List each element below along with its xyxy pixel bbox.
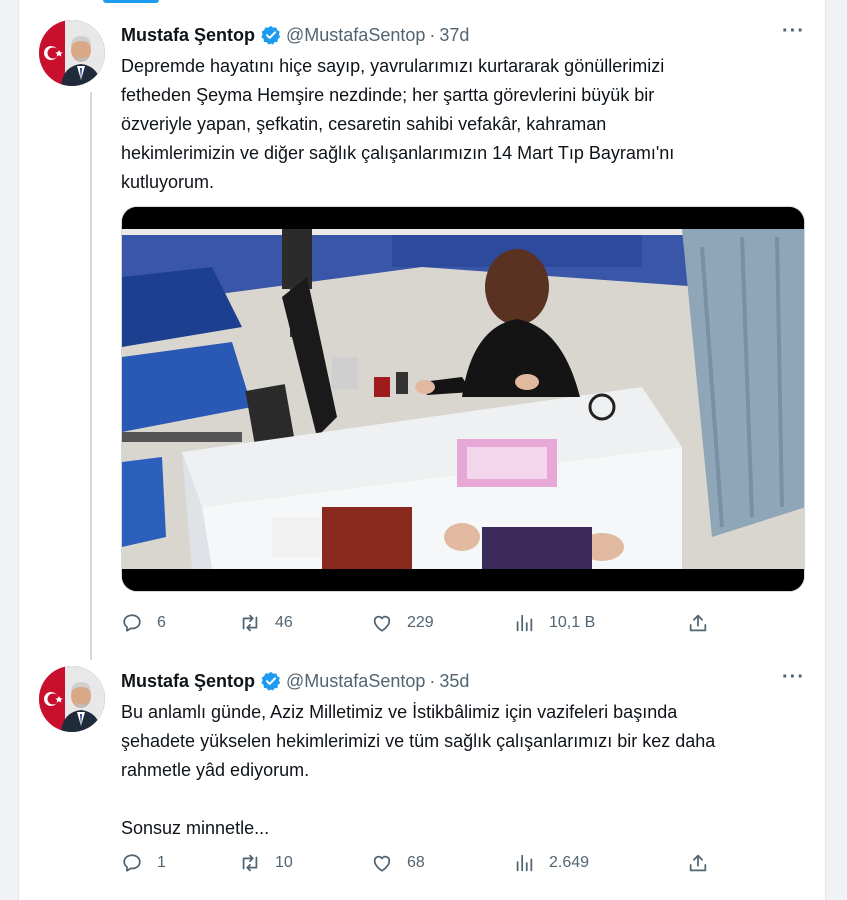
author-name[interactable]: Mustafa Şentop — [121, 25, 255, 46]
thread-connector-line — [90, 92, 92, 660]
avatar[interactable] — [39, 666, 105, 732]
tweet-actions: 6 46 229 10,1 B — [121, 608, 761, 638]
tweet-header: Mustafa Şentop @MustafaSentop · 37d — [121, 22, 469, 48]
heart-icon — [373, 855, 391, 872]
views-count: 10,1 B — [549, 614, 596, 631]
views-icon — [516, 614, 533, 632]
retweet-icon — [242, 854, 258, 872]
tweet-header: Mustafa Şentop @MustafaSentop · 35d — [121, 668, 469, 694]
retweet-button[interactable]: 46 — [239, 608, 293, 638]
retweet-count: 46 — [275, 614, 293, 631]
share-button[interactable] — [687, 608, 723, 638]
retweet-button[interactable]: 10 — [239, 848, 293, 878]
retweet-icon — [242, 614, 258, 632]
author-handle[interactable]: @MustafaSentop — [286, 25, 425, 46]
more-options-button[interactable]: ··· — [782, 20, 805, 43]
timeline-card: Mustafa Şentop @MustafaSentop · 37d ··· … — [18, 0, 826, 900]
avatar-image — [39, 20, 105, 86]
tweet-actions: 1 10 68 2.649 — [121, 848, 761, 878]
reply-count: 6 — [157, 614, 166, 631]
reply-button[interactable]: 6 — [121, 608, 166, 638]
tab-indicator — [103, 0, 159, 3]
share-icon — [689, 854, 707, 872]
separator-dot: · — [429, 24, 436, 45]
tweet-text: Bu anlamlı günde, Aziz Milletimiz ve İst… — [121, 702, 716, 838]
reply-button[interactable]: 1 — [121, 848, 166, 878]
views-icon — [516, 854, 533, 872]
tweet-video[interactable] — [121, 206, 805, 592]
share-button[interactable] — [687, 848, 723, 878]
reply-count: 1 — [157, 854, 166, 871]
views-button[interactable]: 2.649 — [513, 848, 589, 878]
views-count: 2.649 — [549, 854, 590, 871]
reply-icon — [123, 614, 141, 632]
like-button[interactable]: 229 — [371, 608, 434, 638]
more-options-button[interactable]: ··· — [782, 666, 805, 689]
tweet-text: Depremde hayatını hiçe sayıp, yavrularım… — [121, 56, 675, 192]
verified-badge-icon — [261, 25, 281, 45]
separator-dot: · — [429, 670, 436, 691]
avatar[interactable] — [39, 20, 105, 86]
timestamp[interactable]: 35d — [439, 671, 469, 692]
timestamp[interactable]: 37d — [439, 25, 469, 46]
verified-badge-icon — [261, 671, 281, 691]
like-count: 68 — [407, 854, 425, 871]
page-background: Mustafa Şentop @MustafaSentop · 37d ··· … — [0, 0, 847, 900]
heart-icon — [373, 615, 391, 632]
views-button[interactable]: 10,1 B — [513, 608, 595, 638]
like-button[interactable]: 68 — [371, 848, 425, 878]
share-icon — [689, 614, 707, 632]
retweet-count: 10 — [275, 854, 293, 871]
like-count: 229 — [407, 614, 434, 631]
author-handle[interactable]: @MustafaSentop — [286, 671, 425, 692]
avatar-image — [39, 666, 105, 732]
author-name[interactable]: Mustafa Şentop — [121, 671, 255, 692]
reply-icon — [123, 854, 141, 872]
video-frame — [122, 207, 804, 591]
